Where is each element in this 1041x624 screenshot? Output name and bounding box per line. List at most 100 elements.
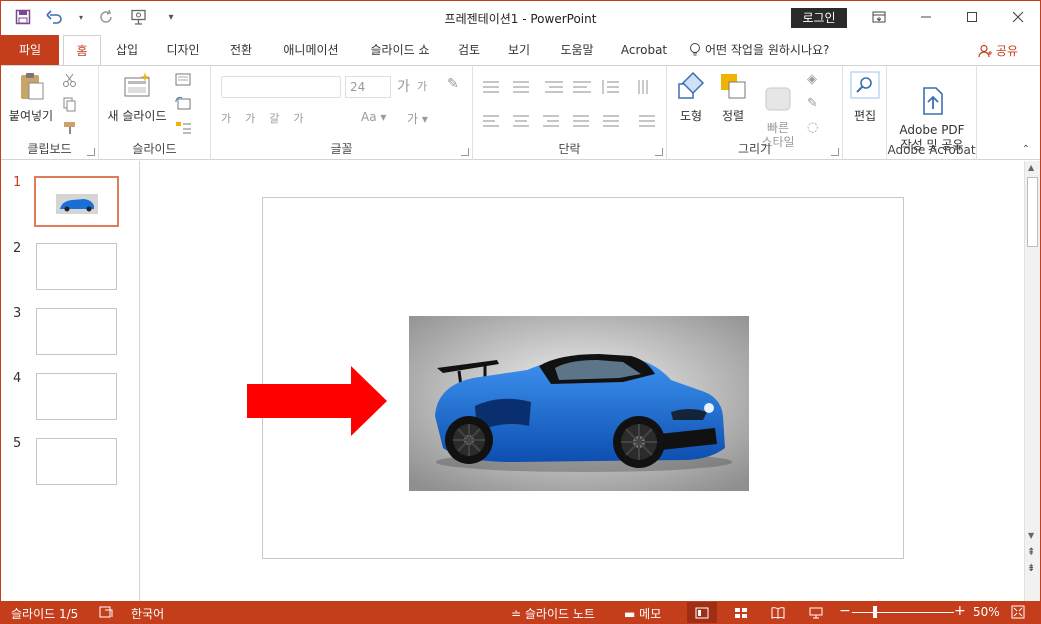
tab-transitions[interactable]: 전환 (219, 35, 263, 65)
shapes-button[interactable]: 도형 (671, 70, 711, 124)
normal-view-icon[interactable] (687, 602, 717, 623)
close-icon[interactable] (1003, 5, 1033, 29)
font-launcher-icon[interactable] (461, 148, 469, 156)
slide-thumbnail-4[interactable] (36, 373, 117, 420)
title-bar: ▾ ▾ 프레젠테이션1 - PowerPoint 로그인 (1, 1, 1040, 35)
acrobat-group: Adobe PDF 작성 및 공유 Adobe Acrobat (887, 66, 977, 160)
editing-label: 편집 (853, 109, 877, 123)
drawing-group-label: 그리기 (737, 142, 772, 156)
slides-group: 새 슬라이드 슬라이드 (99, 66, 211, 160)
reset-icon[interactable] (175, 96, 193, 112)
drawing-launcher-icon[interactable] (831, 148, 839, 156)
paste-label: 붙여넣기 (8, 109, 54, 123)
slide-counter[interactable]: 슬라이드 1/5 (11, 605, 78, 622)
slide-number: 5 (13, 436, 22, 451)
format-painter-icon[interactable] (61, 120, 79, 136)
arrange-label: 정렬 (721, 109, 745, 123)
font-style-buttons[interactable]: 가가갈가 (221, 110, 317, 126)
increase-font-icon[interactable]: 가 (397, 76, 410, 96)
shape-fill-icon[interactable]: ◈ (807, 72, 825, 88)
paragraph-launcher-icon[interactable] (655, 148, 663, 156)
tab-home[interactable]: 홈 (63, 35, 101, 66)
copy-icon[interactable] (61, 96, 79, 112)
font-name-box[interactable] (221, 76, 341, 98)
slide-thumbnail-2[interactable] (36, 243, 117, 290)
tab-view[interactable]: 보기 (497, 35, 541, 65)
scroll-down-icon[interactable]: ▼ (1028, 531, 1034, 540)
zoom-in-icon[interactable]: + (954, 603, 966, 619)
section-icon[interactable] (175, 120, 193, 136)
slide-thumbnail-3[interactable] (36, 308, 117, 355)
notes-button[interactable]: ≐ 슬라이드 노트 (511, 605, 595, 622)
drawing-group: 도형 정렬 빠른 스타일 ◈ ✎ ◌ 그리기 (667, 66, 843, 160)
scroll-thumb[interactable] (1027, 177, 1038, 247)
shape-outline-icon[interactable]: ✎ (807, 96, 825, 112)
accessibility-icon[interactable] (99, 605, 113, 622)
zoom-level[interactable]: 50% (973, 605, 1000, 619)
font-size-value: 24 (350, 80, 366, 94)
car-picture[interactable] (409, 316, 749, 491)
slide-number: 3 (13, 306, 22, 321)
slide-number: 2 (13, 241, 22, 256)
tab-design[interactable]: 디자인 (157, 35, 209, 65)
clipboard-group-label: 클립보드 (27, 142, 72, 156)
login-button[interactable]: 로그인 (791, 8, 847, 28)
vertical-scrollbar[interactable]: ▲ ▼ ⇞ ⇟ (1024, 161, 1040, 601)
notes-icon: ≐ (511, 607, 522, 621)
change-case-icon[interactable]: Aa ▾ (361, 110, 386, 124)
zoom-out-icon[interactable]: − (839, 603, 851, 619)
previous-slide-icon[interactable]: ⇞ (1027, 547, 1035, 558)
tab-acrobat[interactable]: Acrobat (613, 35, 675, 65)
shape-effects-icon[interactable]: ◌ (807, 120, 825, 136)
current-slide[interactable] (247, 197, 904, 559)
scroll-up-icon[interactable]: ▲ (1028, 163, 1034, 172)
maximize-icon[interactable] (957, 5, 987, 29)
paragraph-icons[interactable] (479, 78, 663, 138)
powerpoint-window: ▾ ▾ 프레젠테이션1 - PowerPoint 로그인 파일 홈 삽입 디자인… (0, 0, 1041, 624)
language-indicator[interactable]: 한국어 (131, 605, 164, 622)
ribbon-tabs: 파일 홈 삽입 디자인 전환 애니메이션 슬라이드 쇼 검토 보기 도움말 Ac… (1, 35, 1040, 66)
share-button[interactable]: 공유 (978, 42, 1018, 59)
tab-slideshow[interactable]: 슬라이드 쇼 (359, 35, 441, 65)
paste-button[interactable]: 붙여넣기 (5, 70, 57, 124)
tell-me-label: 어떤 작업을 원하시나요? (705, 43, 830, 57)
next-slide-icon[interactable]: ⇟ (1027, 563, 1035, 574)
tab-review[interactable]: 검토 (449, 35, 489, 65)
slide-thumbnail-1[interactable] (34, 176, 119, 227)
slide-sorter-icon[interactable] (726, 602, 756, 623)
new-slide-button[interactable]: 새 슬라이드 (103, 70, 171, 124)
cut-icon[interactable] (61, 72, 79, 88)
comment-icon: ▬ (624, 607, 636, 621)
font-color-icon[interactable]: 가 ▾ (407, 110, 428, 127)
ribbon-display-options-icon[interactable] (864, 5, 894, 29)
editing-button[interactable]: 편집 (847, 70, 883, 124)
comments-button[interactable]: ▬ 메모 (624, 605, 661, 622)
slide-show-icon[interactable] (801, 602, 831, 623)
right-arrow-shape[interactable] (247, 366, 387, 436)
arrange-button[interactable]: 정렬 (713, 70, 753, 124)
collapse-ribbon-icon[interactable]: ⌃ (1022, 144, 1030, 155)
shapes-icon (678, 71, 705, 99)
tell-me-search[interactable]: 어떤 작업을 원하시나요? (689, 35, 849, 65)
minimize-icon[interactable] (911, 5, 941, 29)
clear-format-icon[interactable]: ✎ (447, 76, 459, 92)
tab-animations[interactable]: 애니메이션 (273, 35, 349, 65)
reading-view-icon[interactable] (763, 602, 793, 623)
tab-help[interactable]: 도움말 (551, 35, 603, 65)
comments-label: 메모 (639, 607, 662, 621)
acrobat-group-label: Adobe Acrobat (887, 143, 976, 157)
slide-number: 1 (13, 175, 22, 190)
layout-icon[interactable] (175, 72, 193, 88)
notes-label: 슬라이드 노트 (524, 607, 595, 621)
slide-thumbnail-5[interactable] (36, 438, 117, 485)
decrease-font-icon[interactable]: 가 (417, 78, 427, 94)
paste-icon (21, 73, 44, 100)
clipboard-group: 붙여넣기 클립보드 (1, 66, 99, 160)
fit-to-window-icon[interactable] (1011, 605, 1025, 622)
zoom-slider[interactable] (852, 612, 954, 613)
font-size-box[interactable]: 24 (345, 76, 391, 98)
clipboard-launcher-icon[interactable] (87, 148, 95, 156)
tab-file[interactable]: 파일 (1, 35, 59, 65)
zoom-slider-thumb[interactable] (873, 606, 877, 618)
tab-insert[interactable]: 삽입 (105, 35, 149, 65)
